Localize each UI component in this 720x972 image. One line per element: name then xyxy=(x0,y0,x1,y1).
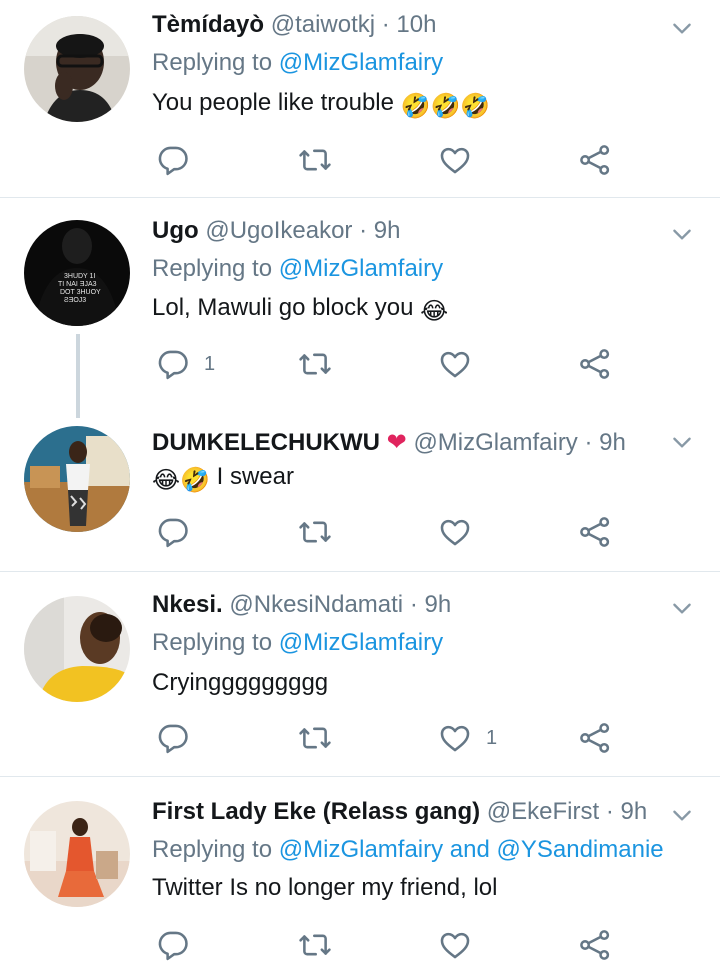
timestamp[interactable]: · 9h xyxy=(584,429,625,456)
retweet-icon xyxy=(298,515,332,549)
reply-icon xyxy=(156,347,190,381)
share-button[interactable] xyxy=(578,718,612,758)
retweet-button[interactable] xyxy=(298,344,332,384)
like-icon xyxy=(438,515,472,549)
tweet-menu-button[interactable] xyxy=(668,220,696,248)
share-icon xyxy=(578,721,612,755)
like-button[interactable] xyxy=(438,512,486,552)
retweet-icon xyxy=(298,347,332,381)
share-icon xyxy=(578,143,612,177)
like-icon xyxy=(438,721,472,755)
reply-prefix: Replying to xyxy=(152,255,273,282)
user-handle[interactable]: @taiwotkj xyxy=(271,11,375,38)
tweet[interactable]: Nkesi. @NkesiNdamati · 9h Replying to @M… xyxy=(0,572,720,776)
share-button[interactable] xyxy=(578,140,612,180)
tweet-text: Twitter Is no longer my friend, lol xyxy=(152,874,498,901)
reply-prefix: Replying to xyxy=(152,836,273,863)
reply-button[interactable] xyxy=(156,140,204,180)
like-button[interactable] xyxy=(438,140,486,180)
thread-connector xyxy=(76,334,80,418)
share-button[interactable] xyxy=(578,925,612,965)
user-handle[interactable]: @MizGlamfairy xyxy=(413,429,577,456)
tweet-menu-button[interactable] xyxy=(668,14,696,42)
like-button[interactable]: 1 xyxy=(438,718,497,758)
user-handle[interactable]: @EkeFirst xyxy=(487,798,599,825)
retweet-button[interactable] xyxy=(298,925,332,965)
share-button[interactable] xyxy=(578,512,612,552)
retweet-icon xyxy=(298,143,332,177)
share-icon xyxy=(578,347,612,381)
chevron-down-icon xyxy=(669,221,695,247)
reply-to-link[interactable]: @MizGlamfairy xyxy=(279,629,443,656)
display-name[interactable]: Ugo xyxy=(152,217,199,244)
rofl-emoji: 🤣🤣🤣 xyxy=(400,93,491,120)
reply-icon xyxy=(156,143,190,177)
tweet[interactable]: 3HUDY 1I TI NAI ƎJA3 DOT 3HUOY ƧƎOJ3 Ugo… xyxy=(0,198,720,418)
tweet-text: I swear xyxy=(216,463,294,490)
reply-button[interactable] xyxy=(156,718,204,758)
reply-to-link[interactable]: @MizGlamfairy xyxy=(279,49,443,76)
avatar[interactable] xyxy=(24,596,130,702)
timestamp[interactable]: · 9h xyxy=(359,217,400,244)
like-button[interactable] xyxy=(438,925,486,965)
like-count: 1 xyxy=(486,726,498,749)
timestamp[interactable]: · 9h xyxy=(606,798,647,825)
reply-prefix: Replying to xyxy=(152,629,273,656)
chevron-down-icon xyxy=(669,15,695,41)
tweet-text: You people like trouble xyxy=(152,89,394,116)
joy-rofl-emoji: 😂🤣 xyxy=(152,467,210,494)
reply-button[interactable] xyxy=(156,512,204,552)
chevron-down-icon xyxy=(669,429,695,455)
share-icon xyxy=(578,928,612,962)
chevron-down-icon xyxy=(669,595,695,621)
retweet-button[interactable] xyxy=(298,718,332,758)
avatar[interactable] xyxy=(24,426,130,532)
tweet[interactable]: First Lady Eke (Relass gang) @EkeFirst ·… xyxy=(0,777,720,972)
reply-icon xyxy=(156,928,190,962)
reply-to-link[interactable]: @MizGlamfairy and @YSandimanie xyxy=(279,836,664,863)
avatar[interactable] xyxy=(24,16,130,122)
display-name[interactable]: First Lady Eke (Relass gang) xyxy=(152,798,480,825)
tweet-menu-button[interactable] xyxy=(668,594,696,622)
tweet-text: Cryinggggggggg xyxy=(152,669,329,696)
tweet-menu-button[interactable] xyxy=(668,428,696,456)
retweet-icon xyxy=(298,721,332,755)
reply-button[interactable]: 1 xyxy=(156,344,215,384)
display-name[interactable]: DUMKELECHUKWU xyxy=(152,429,380,456)
display-name[interactable]: Tèmídayò xyxy=(152,11,264,38)
reply-icon xyxy=(156,515,190,549)
reply-icon xyxy=(156,721,190,755)
like-button[interactable] xyxy=(438,344,486,384)
retweet-button[interactable] xyxy=(298,140,332,180)
retweet-icon xyxy=(298,928,332,962)
chevron-down-icon xyxy=(669,802,695,828)
svg-text:3HUDY 1I: 3HUDY 1I xyxy=(64,273,95,280)
user-handle[interactable]: @UgoIkeakor xyxy=(205,217,352,244)
joy-emoji: 😂 xyxy=(420,298,449,325)
retweet-button[interactable] xyxy=(298,512,332,552)
timestamp[interactable]: · 9h xyxy=(410,591,451,618)
display-name[interactable]: Nkesi. xyxy=(152,591,223,618)
reply-button[interactable] xyxy=(156,925,204,965)
share-icon xyxy=(578,515,612,549)
like-icon xyxy=(438,928,472,962)
reply-prefix: Replying to xyxy=(152,49,273,76)
user-handle[interactable]: @NkesiNdamati xyxy=(229,591,403,618)
like-icon xyxy=(438,143,472,177)
reply-to-link[interactable]: @MizGlamfairy xyxy=(279,255,443,282)
tweet-text: Lol, Mawuli go block you xyxy=(152,294,414,321)
reply-count: 1 xyxy=(204,352,216,375)
like-icon xyxy=(438,347,472,381)
svg-text:DOT 3HUOY: DOT 3HUOY xyxy=(60,289,101,296)
svg-text:TI NAI ƎJA3: TI NAI ƎJA3 xyxy=(58,281,97,288)
red-heart-emoji: ❤ xyxy=(386,429,407,456)
share-button[interactable] xyxy=(578,344,612,384)
timestamp[interactable]: · 10h xyxy=(382,11,437,38)
avatar[interactable] xyxy=(24,801,130,907)
svg-text:ƧƎOJ3: ƧƎOJ3 xyxy=(64,297,86,304)
tweet-menu-button[interactable] xyxy=(668,801,696,829)
tweet[interactable]: Tèmídayò @taiwotkj · 10h Replying to @Mi… xyxy=(0,0,720,197)
avatar[interactable]: 3HUDY 1I TI NAI ƎJA3 DOT 3HUOY ƧƎOJ3 xyxy=(24,220,130,326)
tweet[interactable]: DUMKELECHUKWU ❤ @MizGlamfairy · 9h 😂🤣 I … xyxy=(0,410,720,571)
